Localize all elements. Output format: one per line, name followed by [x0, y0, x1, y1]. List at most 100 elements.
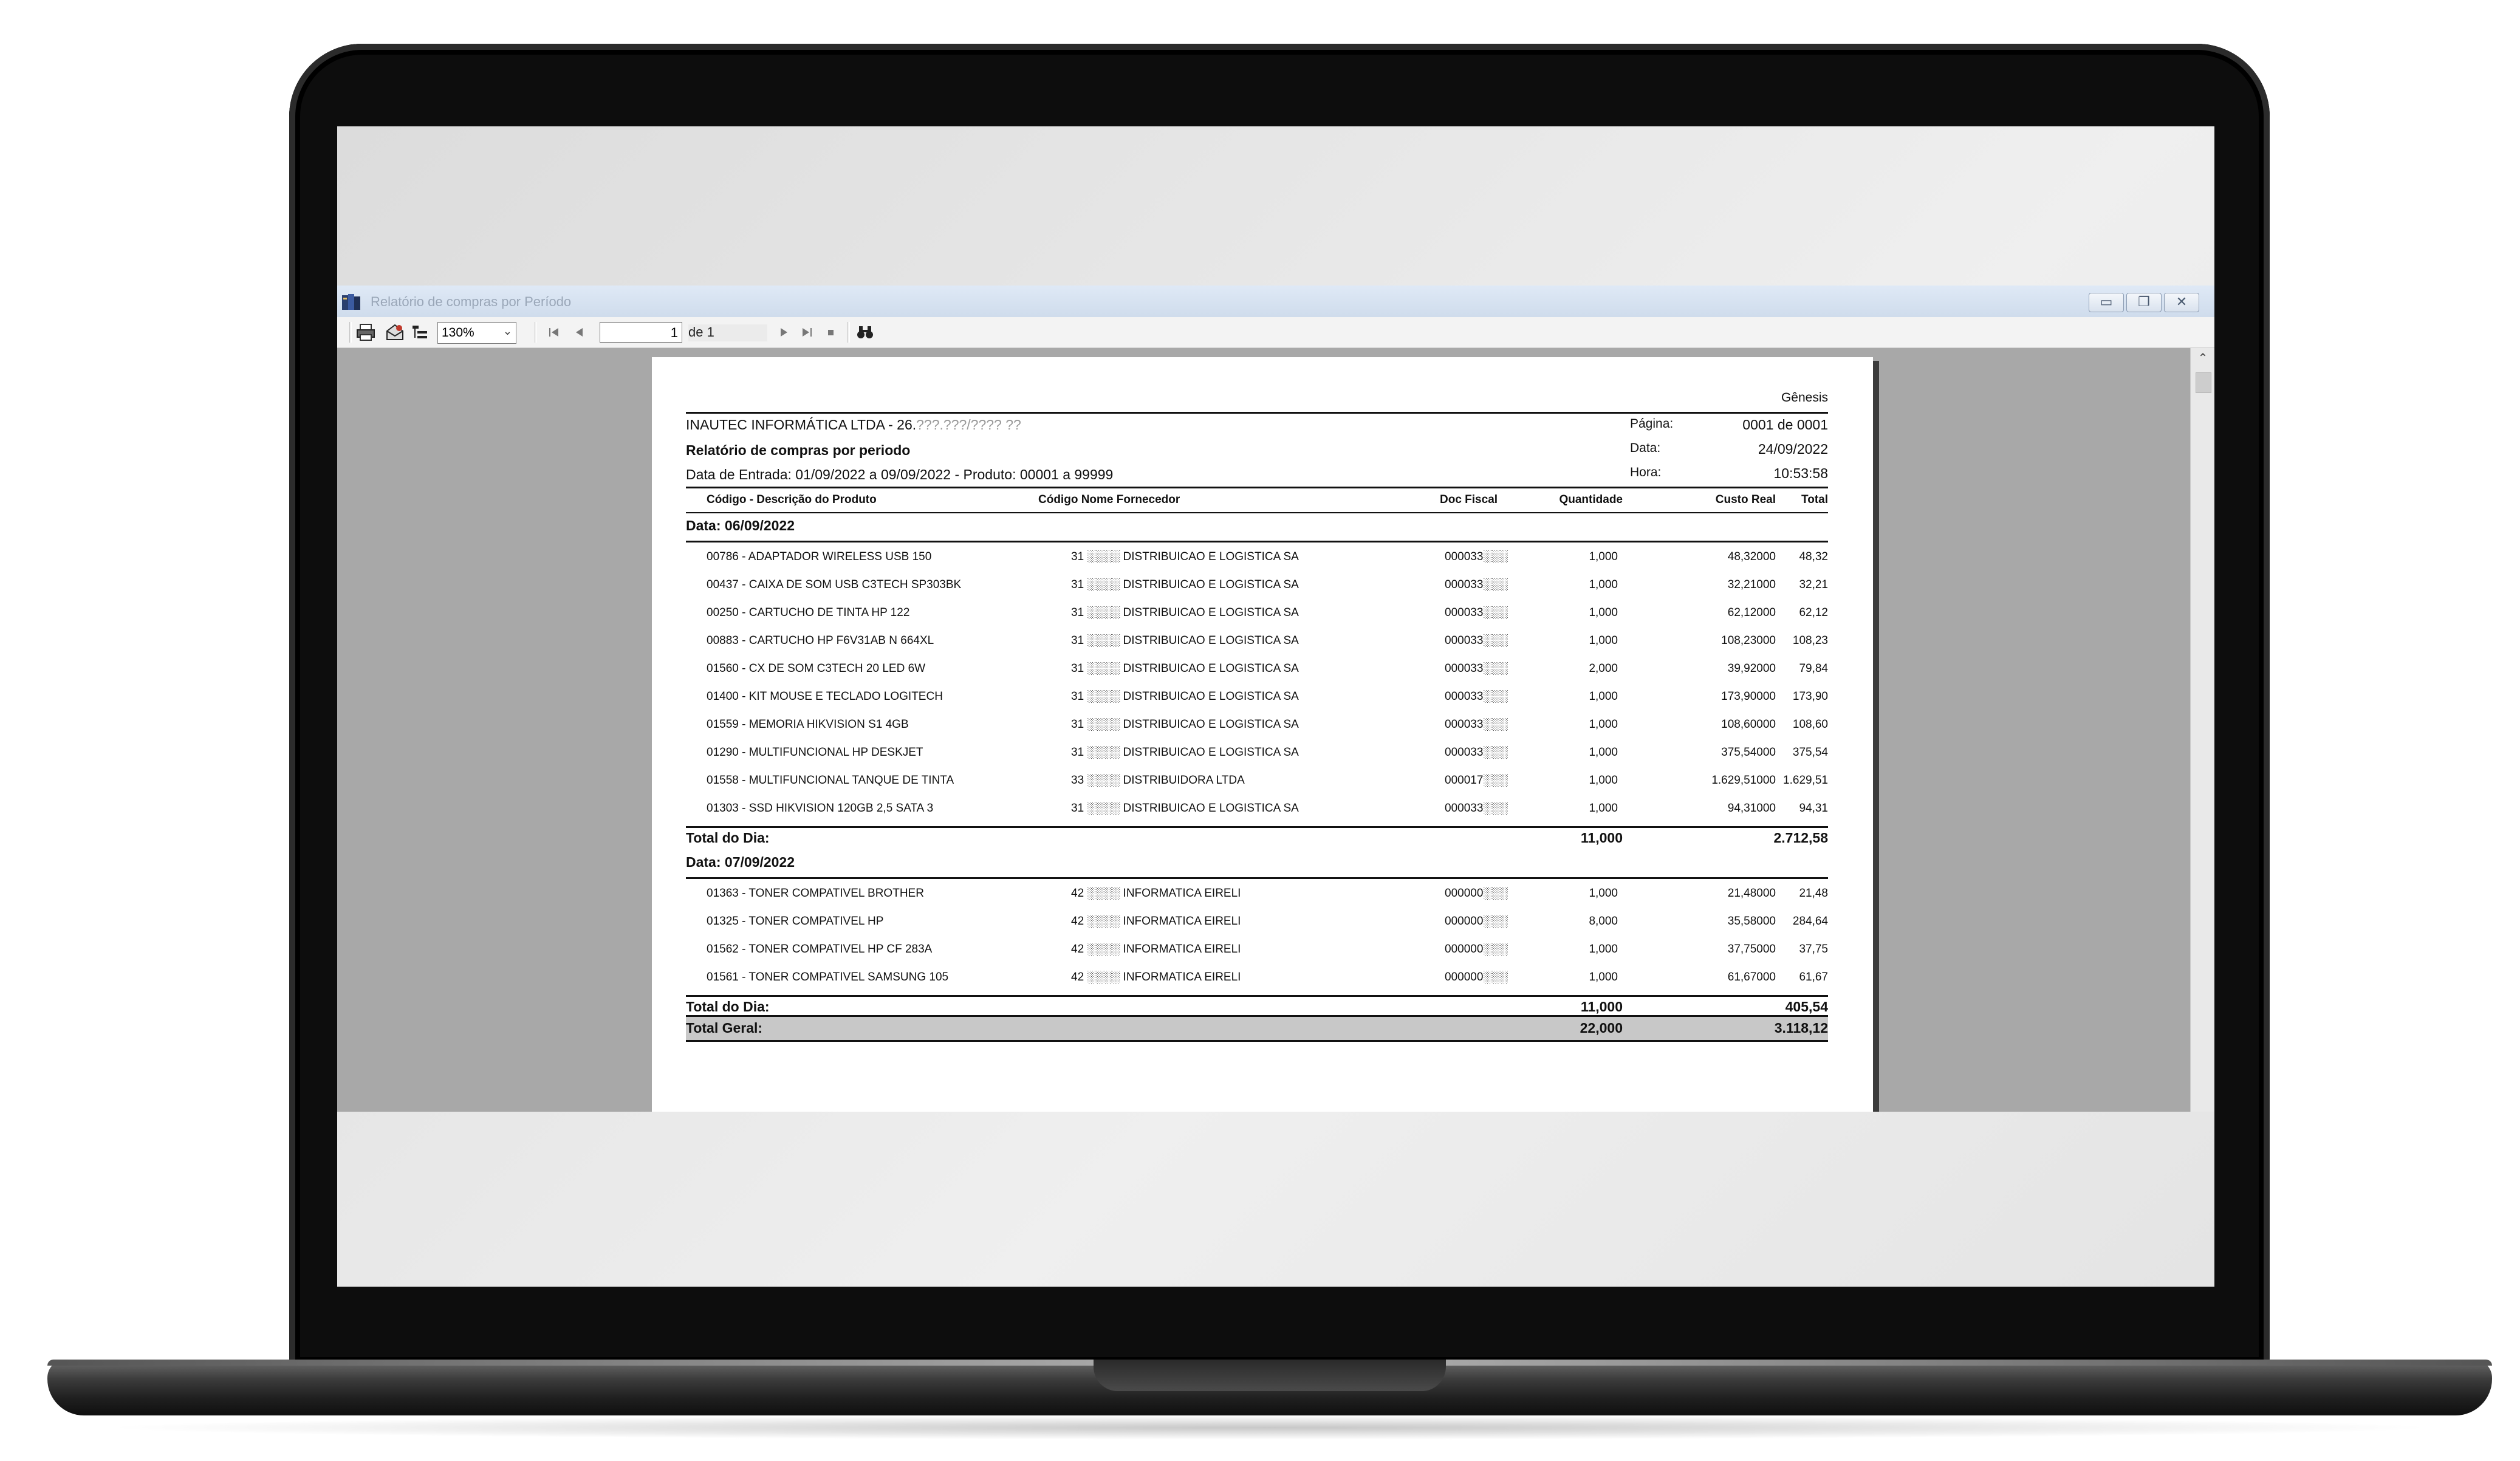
title-bar[interactable]: Relatório de compras por Período ▭ ❐ ✕: [337, 286, 2214, 318]
row-supplier: 31 ░░░░ DISTRIBUICAO E LOGISTICA SA: [1071, 690, 1299, 703]
row-doc: 000033░░░: [1445, 578, 1508, 591]
row-supplier: 42 ░░░░ INFORMATICA EIRELI: [1071, 971, 1241, 984]
table-row: 01290 - MULTIFUNCIONAL HP DESKJET 31 ░░░░…: [652, 746, 1873, 764]
row-product: 00786 - ADAPTADOR WIRELESS USB 150: [707, 550, 932, 563]
row-product: 00437 - CAIXA DE SOM USB C3TECH SP303BK: [707, 578, 962, 591]
divider: [686, 877, 1828, 879]
zoom-value: 130%: [442, 326, 474, 340]
table-row: 01559 - MEMORIA HIKVISION S1 4GB 31 ░░░░ …: [652, 718, 1873, 736]
print-icon[interactable]: [355, 323, 376, 342]
table-row: 00437 - CAIXA DE SOM USB C3TECH SP303BK 3…: [652, 578, 1873, 597]
row-total: 284,64: [1792, 915, 1828, 928]
next-page-icon[interactable]: [773, 323, 794, 342]
close-button[interactable]: ✕: [2164, 293, 2199, 312]
system-brand: Gênesis: [1781, 391, 1828, 405]
row-supplier: 42 ░░░░ INFORMATICA EIRELI: [1071, 887, 1241, 900]
company-name: INAUTEC INFORMÁTICA LTDA - 26.???.???/??…: [686, 417, 1021, 433]
binoculars-icon[interactable]: [855, 323, 875, 342]
divider: [686, 412, 1828, 414]
restore-button[interactable]: ❐: [2126, 293, 2162, 312]
row-qty: 1,000: [1589, 802, 1618, 815]
row-product: 01290 - MULTIFUNCIONAL HP DESKJET: [707, 746, 923, 759]
table-row: 00786 - ADAPTADOR WIRELESS USB 150 31 ░░░…: [652, 550, 1873, 569]
row-product: 00883 - CARTUCHO HP F6V31AB N 664XL: [707, 634, 934, 647]
day-total-qty: 11,000: [1580, 999, 1623, 1014]
col-supplier: Código Nome Fornecedor: [1038, 493, 1180, 506]
export-icon[interactable]: [385, 323, 405, 342]
col-qty: Quantidade: [1559, 493, 1623, 506]
row-qty: 1,000: [1589, 606, 1618, 619]
row-doc: 000000░░░: [1445, 971, 1508, 984]
row-total: 32,21: [1799, 578, 1828, 591]
report-title: Relatório de compras por periodo: [686, 442, 911, 458]
previous-page-icon[interactable]: [569, 323, 590, 342]
row-doc: 000000░░░: [1445, 943, 1508, 956]
table-row: 01560 - CX DE SOM C3TECH 20 LED 6W 31 ░░░…: [652, 662, 1873, 680]
row-supplier: 33 ░░░░ DISTRIBUIDORA LTDA: [1071, 774, 1245, 787]
minimize-button[interactable]: ▭: [2089, 293, 2124, 312]
table-row: 01325 - TONER COMPATIVEL HP 42 ░░░░ INFOR…: [652, 915, 1873, 933]
row-doc: 000000░░░: [1445, 887, 1508, 900]
last-page-icon[interactable]: [796, 323, 817, 342]
row-supplier: 31 ░░░░ DISTRIBUICAO E LOGISTICA SA: [1071, 578, 1299, 591]
row-total: 173,90: [1792, 690, 1828, 703]
row-qty: 1,000: [1589, 578, 1618, 591]
row-total: 1.629,51: [1783, 774, 1828, 787]
row-product: 01562 - TONER COMPATIVEL HP CF 283A: [707, 943, 933, 956]
first-page-icon[interactable]: [544, 323, 564, 342]
row-product: 01560 - CX DE SOM C3TECH 20 LED 6W: [707, 662, 926, 675]
row-total: 37,75: [1799, 943, 1828, 956]
preview-area[interactable]: Gênesis INAUTEC INFORMÁTICA LTDA - 26.??…: [337, 348, 2190, 1112]
outline-tree-icon[interactable]: [410, 323, 431, 342]
preview-toolbar: 130% ⌄ 1 de 1: [337, 317, 2214, 348]
time-label: Hora:: [1630, 465, 1662, 479]
page-number-input[interactable]: 1: [600, 322, 682, 343]
row-supplier: 31 ░░░░ DISTRIBUICAO E LOGISTICA SA: [1071, 802, 1299, 815]
vertical-scrollbar[interactable]: ⌃: [2190, 348, 2214, 1112]
table-row: 01363 - TONER COMPATIVEL BROTHER 42 ░░░░ …: [652, 887, 1873, 905]
row-doc: 000033░░░: [1445, 718, 1508, 731]
row-product: 01559 - MEMORIA HIKVISION S1 4GB: [707, 718, 909, 731]
row-product: 00250 - CARTUCHO DE TINTA HP 122: [707, 606, 910, 619]
row-doc: 000033░░░: [1445, 690, 1508, 703]
col-doc: Doc Fiscal: [1440, 493, 1498, 506]
group-date: Data: 06/09/2022: [686, 518, 795, 533]
day-total-qty: 11,000: [1580, 830, 1623, 846]
table-row: 01561 - TONER COMPATIVEL SAMSUNG 105 42 ░…: [652, 971, 1873, 989]
day-total-value: 2.712,58: [1773, 830, 1828, 846]
row-doc: 000033░░░: [1445, 550, 1508, 563]
row-qty: 1,000: [1589, 718, 1618, 731]
row-total: 48,32: [1799, 550, 1828, 563]
table-row: 00883 - CARTUCHO HP F6V31AB N 664XL 31 ░░…: [652, 634, 1873, 652]
divider: [686, 1040, 1828, 1042]
day-total-label: Total do Dia:: [686, 999, 770, 1014]
row-qty: 1,000: [1589, 887, 1618, 900]
stop-icon[interactable]: [821, 323, 841, 342]
page-value: 0001 de 0001: [1742, 417, 1828, 433]
row-doc: 000000░░░: [1445, 915, 1508, 928]
laptop-screen: Relatório de compras por Período ▭ ❐ ✕ 1…: [337, 126, 2214, 1287]
divider: [686, 487, 1828, 488]
day-total-label: Total do Dia:: [686, 830, 770, 846]
row-product: 01400 - KIT MOUSE E TECLADO LOGITECH: [707, 690, 943, 703]
zoom-select[interactable]: 130% ⌄: [437, 322, 516, 344]
row-supplier: 31 ░░░░ DISTRIBUICAO E LOGISTICA SA: [1071, 662, 1299, 675]
row-supplier: 31 ░░░░ DISTRIBUICAO E LOGISTICA SA: [1071, 606, 1299, 619]
row-total: 375,54: [1792, 746, 1828, 759]
row-total: 108,23: [1792, 634, 1828, 647]
report-page: Gênesis INAUTEC INFORMÁTICA LTDA - 26.??…: [652, 357, 1873, 1112]
report-window: Relatório de compras por Período ▭ ❐ ✕ 1…: [337, 286, 2214, 1112]
row-total: 62,12: [1799, 606, 1828, 619]
laptop-shadow: [97, 1415, 2442, 1440]
row-qty: 1,000: [1589, 746, 1618, 759]
scroll-thumb[interactable]: [2196, 372, 2211, 393]
date-value: 24/09/2022: [1758, 441, 1828, 457]
chevron-down-icon: ⌄: [502, 325, 512, 337]
date-label: Data:: [1630, 441, 1661, 455]
scroll-up-icon[interactable]: ⌃: [2191, 351, 2214, 366]
row-supplier: 42 ░░░░ INFORMATICA EIRELI: [1071, 915, 1241, 928]
row-total: 21,48: [1799, 887, 1828, 900]
row-qty: 8,000: [1589, 915, 1618, 928]
grand-total-value: 3.118,12: [1774, 1020, 1828, 1036]
row-supplier: 31 ░░░░ DISTRIBUICAO E LOGISTICA SA: [1071, 718, 1299, 731]
